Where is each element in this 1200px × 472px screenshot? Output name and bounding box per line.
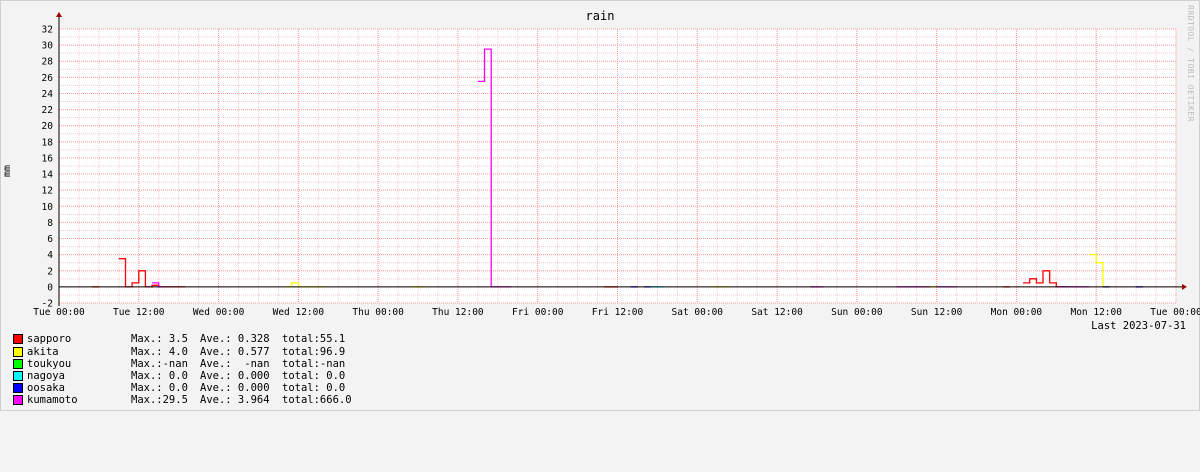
y-tick-label: 12 <box>42 186 53 197</box>
legend-swatch <box>13 359 23 369</box>
y-tick-label: 4 <box>47 250 53 261</box>
y-tick-label: 8 <box>47 218 53 229</box>
legend-swatch <box>13 395 23 405</box>
legend-total: total:666.0 <box>282 394 352 406</box>
x-axis-arrow <box>1182 283 1187 290</box>
x-tick-label: Sun 12:00 <box>911 307 963 318</box>
y-tick-label: 6 <box>47 234 53 245</box>
chart-title: rain <box>585 9 615 23</box>
x-tick-label: Fri 00:00 <box>512 307 564 318</box>
legend-swatch <box>13 347 23 357</box>
x-tick-label: Sat 12:00 <box>751 307 803 318</box>
y-axis-label: mm <box>2 165 13 178</box>
y-tick-label: 28 <box>42 57 54 68</box>
last-updated-label: Last 2023-07-31 <box>1091 320 1186 332</box>
legend-name: sapporo <box>27 333 72 345</box>
rrdtool-watermark: RRDTOOL / TOBI OETIKER <box>1186 5 1195 122</box>
x-tick-label: Wed 00:00 <box>193 307 245 318</box>
y-tick-label: 16 <box>42 153 54 164</box>
legend-average: Ave.: 0.328 <box>200 333 270 345</box>
x-tick-label: Sat 00:00 <box>672 307 724 318</box>
x-tick-label: Mon 00:00 <box>991 307 1043 318</box>
y-tick-label: 24 <box>42 89 54 100</box>
x-tick-label: Thu 00:00 <box>352 307 404 318</box>
x-tick-label: Tue 00:00 <box>33 307 85 318</box>
y-tick-label: 18 <box>42 137 54 148</box>
legend-max: Max.:29.5 <box>131 394 188 406</box>
x-tick-label: Tue 12:00 <box>113 307 165 318</box>
x-tick-label: Sun 00:00 <box>831 307 883 318</box>
y-tick-label: 32 <box>42 25 53 36</box>
y-tick-label: 30 <box>42 41 54 52</box>
legend-name: kumamoto <box>27 394 78 406</box>
x-tick-label: Tue 00:00 <box>1150 307 1200 318</box>
y-tick-label: 2 <box>47 266 53 277</box>
y-tick-label: 10 <box>42 202 54 213</box>
y-tick-label: 14 <box>42 170 54 181</box>
legend-max: Max.: 3.5 <box>131 333 188 345</box>
y-tick-label: 20 <box>42 121 54 132</box>
legend-entry: kumamoto Max.:29.5 Ave.: 3.964 total:666… <box>13 394 352 407</box>
legend-swatch <box>13 383 23 393</box>
legend-total: total:55.1 <box>282 333 346 345</box>
x-tick-label: Fri 12:00 <box>592 307 644 318</box>
legend-swatch <box>13 334 23 344</box>
y-tick-label: 0 <box>47 282 53 293</box>
x-tick-label: Thu 12:00 <box>432 307 484 318</box>
x-tick-label: Mon 12:00 <box>1070 307 1122 318</box>
legend-swatch <box>13 371 23 381</box>
legend-average: Ave.: 3.964 <box>200 394 270 406</box>
legend-entry: sapporo Max.: 3.5 Ave.: 0.328 total:55.1 <box>13 333 345 346</box>
x-tick-label: Wed 12:00 <box>273 307 325 318</box>
y-tick-label: 26 <box>42 73 54 84</box>
y-tick-label: 22 <box>42 105 53 116</box>
